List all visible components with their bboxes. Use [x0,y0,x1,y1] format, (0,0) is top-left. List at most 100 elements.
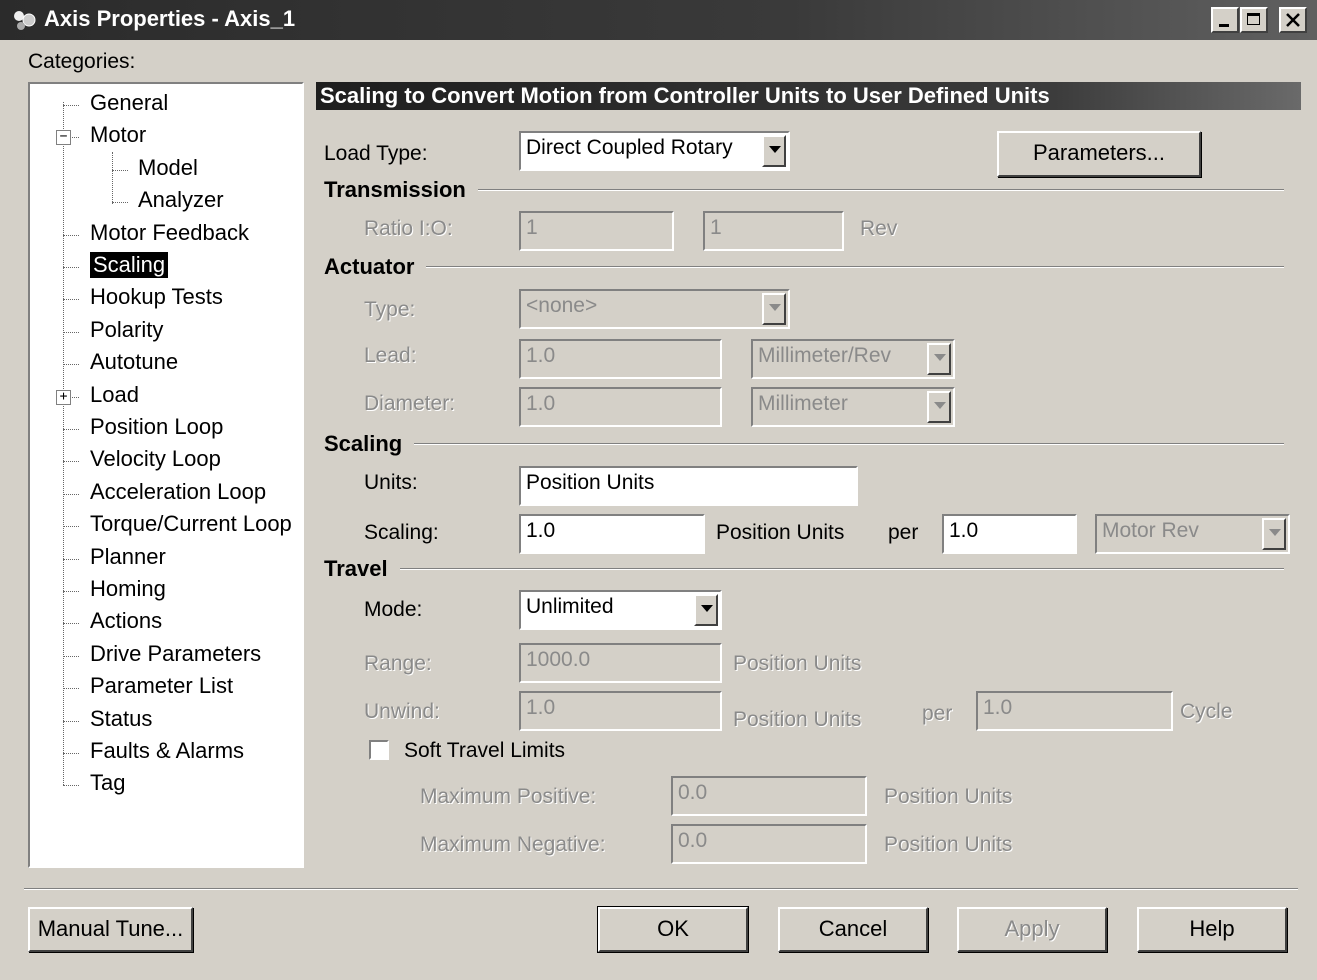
tree-connector [63,299,79,301]
tree-connector [63,526,79,528]
chevron-down-icon[interactable] [694,594,718,626]
lead-field[interactable]: 1.0 [519,339,722,379]
tree-connector [63,364,79,366]
tree-connector [112,169,128,171]
tree-connector [63,785,79,787]
unwind-field[interactable]: 1.0 [519,691,722,731]
diameter-field[interactable]: 1.0 [519,387,722,427]
chevron-down-icon[interactable] [762,293,786,325]
chevron-down-icon[interactable] [927,391,951,423]
chevron-down-icon[interactable] [762,135,786,167]
mode-combo[interactable]: Unlimited [519,590,722,630]
scaling-per-field[interactable]: 1.0 [942,514,1077,554]
tree-connector [63,720,79,722]
tree-item-label: Velocity Loop [90,446,221,472]
tree-item-motor-feedback[interactable]: Motor Feedback [30,220,300,250]
tree-item-general[interactable]: General [30,90,300,120]
category-tree[interactable]: General − Motor Model Analyzer Motor Feedback… [28,82,304,868]
parameters-button[interactable]: Parameters... [997,131,1201,177]
axis-app-icon [14,11,36,30]
tree-item-label: Planner [90,543,166,569]
tree-item-velocity-loop[interactable]: Velocity Loop [30,446,300,476]
tree-item-label: Actions [90,608,163,634]
tree-item-load[interactable]: + Load [30,382,300,412]
tree-connector [63,331,79,333]
tree-item-polarity[interactable]: Polarity [30,317,300,347]
collapse-icon[interactable]: − [56,130,71,146]
lead-unit-combo[interactable]: Millimeter/Rev [751,339,955,379]
tree-item-motor[interactable]: − Motor [30,122,300,152]
range-field[interactable]: 1000.0 [519,643,722,683]
tree-item-label: Drive Parameters [90,640,262,666]
tree-item-label: Polarity [90,316,164,342]
tree-item-drive-parameters[interactable]: Drive Parameters [30,641,300,671]
ratio-output-field[interactable]: 1 [703,211,844,251]
tree-item-status[interactable]: Status [30,706,300,736]
tree-item-tag[interactable]: Tag [30,770,300,800]
minimize-button[interactable] [1211,7,1239,33]
tree-item-position-loop[interactable]: Position Loop [30,414,300,444]
lead-unit-value: Millimeter/Rev [758,344,892,367]
help-button[interactable]: Help [1137,907,1287,952]
expand-icon[interactable]: + [56,389,71,405]
units-label: Units: [364,471,418,494]
tree-item-label: Torque/Current Loop [90,511,292,537]
load-type-value: Direct Coupled Rotary [526,136,733,159]
maximize-button[interactable] [1240,7,1268,33]
tree-item-autotune[interactable]: Autotune [30,349,300,379]
scaling-field[interactable]: 1.0 [519,514,705,554]
tree-item-homing[interactable]: Homing [30,576,300,606]
tree-item-actions[interactable]: Actions [30,608,300,638]
max-negative-field[interactable]: 0.0 [671,824,867,864]
tree-item-label: Analyzer [138,187,224,213]
unwind-per-field[interactable]: 1.0 [976,691,1173,731]
max-negative-unit-label: Position Units [884,833,1013,856]
soft-travel-limits-checkbox[interactable] [369,740,389,760]
scaling-title: Scaling [324,431,415,457]
ratio-label: Ratio I:O: [364,217,453,240]
scaling-per-unit-combo[interactable]: Motor Rev [1095,514,1290,554]
unwind-per-unit-label: Cycle [1180,700,1233,723]
max-positive-unit-label: Position Units [884,785,1013,808]
close-button[interactable] [1279,7,1307,33]
tree-item-label: Acceleration Loop [90,478,267,504]
tree-item-planner[interactable]: Planner [30,544,300,574]
apply-button[interactable]: Apply [957,907,1107,952]
tree-connector [63,688,79,690]
scaling-per-label: per [888,521,919,544]
manual-tune-button[interactable]: Manual Tune... [28,907,193,952]
tree-item-analyzer[interactable]: Analyzer [30,187,300,217]
tree-item-scaling[interactable]: Scaling [30,251,300,282]
minimize-icon [1219,24,1229,27]
tree-item-faults-alarms[interactable]: Faults & Alarms [30,738,300,768]
max-positive-field[interactable]: 0.0 [671,776,867,816]
tree-item-label: Parameter List [90,673,234,699]
tree-connector [63,558,79,560]
tree-item-label: Motor [90,122,147,148]
diameter-unit-combo[interactable]: Millimeter [751,387,955,427]
chevron-down-icon[interactable] [927,343,951,375]
ok-button[interactable]: OK [597,906,749,953]
tree-item-torque-current-loop[interactable]: Torque/Current Loop [30,511,300,541]
tree-item-hookup-tests[interactable]: Hookup Tests [30,284,300,314]
tree-item-model[interactable]: Model [30,155,300,185]
tree-item-acceleration-loop[interactable]: Acceleration Loop [30,479,300,509]
tree-item-label: Load [90,381,139,407]
maximize-icon [1247,13,1260,25]
load-type-combo[interactable]: Direct Coupled Rotary [519,131,790,171]
chevron-down-icon[interactable] [1262,518,1286,550]
units-field[interactable]: Position Units [519,466,858,506]
tree-item-label: Faults & Alarms [90,738,245,763]
cancel-button[interactable]: Cancel [778,907,928,952]
ratio-input-field[interactable]: 1 [519,211,674,251]
scaling-label: Scaling: [364,521,439,544]
tree-item-label: Homing [90,576,166,601]
actuator-type-combo[interactable]: <none> [519,289,790,329]
tree-item-label: Autotune [90,349,179,375]
scaling-divider [324,443,1284,445]
tree-item-parameter-list[interactable]: Parameter List [30,673,300,703]
diameter-unit-value: Millimeter [758,392,848,415]
tree-item-label: Tag [90,770,126,796]
actuator-type-label: Type: [364,298,416,321]
max-negative-label: Maximum Negative: [420,833,606,856]
